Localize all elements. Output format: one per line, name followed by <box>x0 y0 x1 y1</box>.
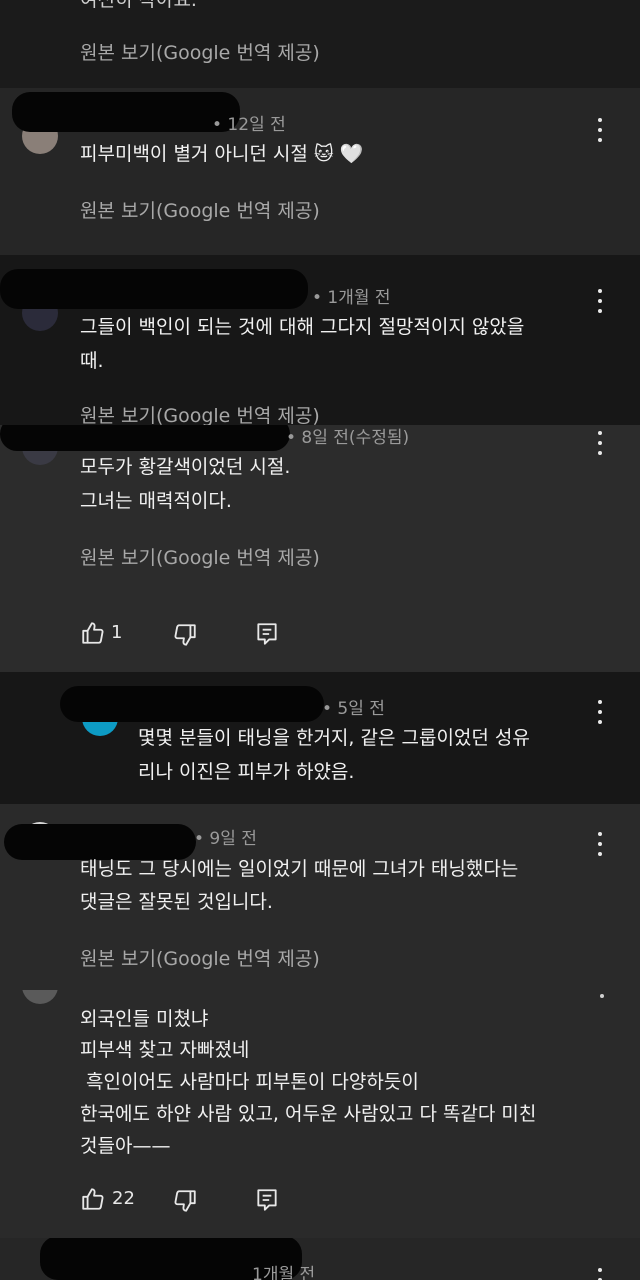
redacted-username <box>60 686 324 722</box>
comment-timestamp: 1개월 전 <box>252 1265 316 1280</box>
redacted-username <box>0 269 308 309</box>
thumbs-up-icon[interactable] <box>80 620 106 646</box>
comment-text-line: 여전히 작아요. <box>80 0 197 11</box>
comment-text-line: 태닝도 그 당시에는 일이었기 때문에 그녀가 태닝했다는 <box>80 858 519 880</box>
thumbs-down-icon[interactable] <box>172 622 198 648</box>
like-count: 1 <box>111 622 123 643</box>
comment-5: • 5일 전 몇몇 분들이 태닝을 한거지, 같은 그룹이었던 성유 리나 이진… <box>0 672 640 804</box>
more-vertical-icon[interactable] <box>597 832 603 856</box>
comment-text-line: 몇몇 분들이 태닝을 한거지, 같은 그룹이었던 성유 <box>138 727 530 749</box>
like-count: 22 <box>112 1188 135 1209</box>
comment-text-line: 피부미백이 별거 아니던 시절 🐱 🤍 <box>80 143 364 165</box>
comment-4: • 8일 전(수정됨) 모두가 황갈색이었던 시절. 그녀는 매력적이다. 원본… <box>0 425 640 672</box>
comment-text-line: 그들이 백인이 되는 것에 대해 그다지 절망적이지 않았을 <box>80 316 525 338</box>
comment-3: • 1개월 전 그들이 백인이 되는 것에 대해 그다지 절망적이지 않았을 때… <box>0 255 640 425</box>
comment-text-line: 외국인들 미쳤냐 <box>80 1008 209 1030</box>
comment-text-line: 리나 이진은 피부가 하얐음. <box>138 761 355 783</box>
more-vertical-icon[interactable] <box>599 994 605 1000</box>
comment-text-line: 한국에도 하얀 사람 있고, 어두운 사람있고 다 똑같다 미친 <box>80 1103 537 1125</box>
comment-text-line: 것들아—— <box>80 1135 171 1157</box>
more-vertical-icon[interactable] <box>597 118 603 142</box>
comment-text-line: 때. <box>80 350 104 372</box>
comment-8: 1개월 전 <box>0 1238 640 1280</box>
view-original-link[interactable]: 원본 보기(Google 번역 제공) <box>80 543 320 570</box>
comment-timestamp: • 9일 전 <box>194 829 257 849</box>
reply-icon[interactable] <box>254 621 280 647</box>
comment-timestamp: • 8일 전(수정됨) <box>286 428 410 448</box>
redacted-username <box>12 92 240 132</box>
comment-timestamp: • 1개월 전 <box>312 288 391 308</box>
comment-6: • 9일 전 태닝도 그 당시에는 일이었기 때문에 그녀가 태닝했다는 댓글은… <box>0 804 640 990</box>
thumbs-down-icon[interactable] <box>172 1188 198 1214</box>
reply-icon[interactable] <box>254 1187 280 1213</box>
comment-text-line: 그녀는 매력적이다. <box>80 490 232 512</box>
redacted-username <box>0 425 290 451</box>
view-original-link[interactable]: 원본 보기(Google 번역 제공) <box>80 401 320 425</box>
more-vertical-icon[interactable] <box>597 289 603 313</box>
view-original-link[interactable]: 원본 보기(Google 번역 제공) <box>80 38 320 65</box>
comment-timestamp: • 5일 전 <box>322 699 385 719</box>
more-vertical-icon[interactable] <box>597 1268 603 1280</box>
comment-2: • 12일 전 피부미백이 별거 아니던 시절 🐱 🤍 원본 보기(Google… <box>0 88 640 255</box>
comment-1: 여전히 작아요. 원본 보기(Google 번역 제공) <box>0 0 640 88</box>
comment-timestamp: • 12일 전 <box>212 115 286 135</box>
comment-7: 외국인들 미쳤냐 피부색 찾고 자빠졌네 흑인이어도 사람마다 피부톤이 다양하… <box>0 990 640 1238</box>
comment-text-line: 피부색 찾고 자빠졌네 <box>80 1039 250 1061</box>
thumbs-up-icon[interactable] <box>80 1186 106 1212</box>
avatar[interactable] <box>22 990 58 1004</box>
more-vertical-icon[interactable] <box>597 700 603 724</box>
comment-text-line: 흑인이어도 사람마다 피부톤이 다양하듯이 <box>80 1071 419 1093</box>
more-vertical-icon[interactable] <box>597 431 603 455</box>
comment-text-line: 모두가 황갈색이었던 시절. <box>80 456 291 478</box>
comment-text-line: 댓글은 잘못된 것입니다. <box>80 891 273 913</box>
view-original-link[interactable]: 원본 보기(Google 번역 제공) <box>80 944 320 971</box>
view-original-link[interactable]: 원본 보기(Google 번역 제공) <box>80 196 320 223</box>
